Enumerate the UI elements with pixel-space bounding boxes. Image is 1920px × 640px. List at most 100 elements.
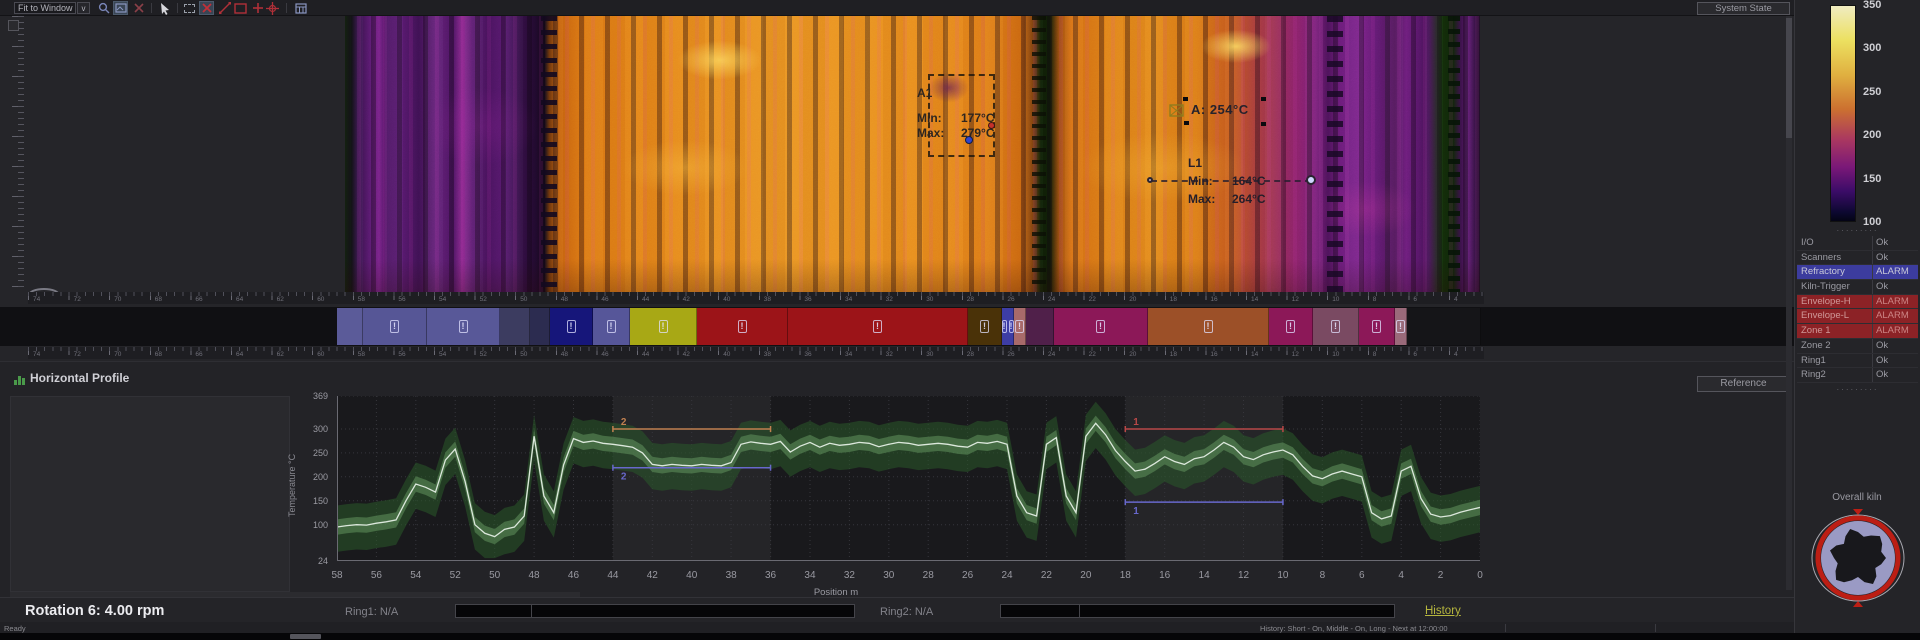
ruler-tick-label: 66 xyxy=(195,296,202,303)
ruler-tick-label: 52 xyxy=(480,296,487,303)
ruler-tick-label: 42 xyxy=(683,296,690,303)
colorbar-tick-label: 250 xyxy=(1863,86,1881,98)
draw-cross-icon[interactable] xyxy=(250,1,265,15)
marker-a-handle[interactable] xyxy=(1261,97,1266,101)
draw-crosshair-icon[interactable] xyxy=(265,1,280,15)
ruler-tick-label: 68 xyxy=(155,351,162,358)
x-tick-label: 48 xyxy=(522,570,546,581)
zone-block-14[interactable] xyxy=(1026,308,1054,345)
zone-block-9[interactable]: ! xyxy=(697,308,788,345)
ruler-tick-label: 74 xyxy=(33,296,40,303)
svg-text:2: 2 xyxy=(621,472,627,483)
zone-block-10[interactable]: ! xyxy=(788,308,968,345)
vertical-scrollbar[interactable] xyxy=(1786,16,1792,590)
zone-block-18[interactable]: ! xyxy=(1313,308,1359,345)
status-row-refractory[interactable]: RefractoryALARM xyxy=(1797,265,1918,280)
zone-block-12[interactable]: !! xyxy=(1002,308,1014,345)
ruler-tick-label: 34 xyxy=(845,296,852,303)
cursor-tool-icon[interactable] xyxy=(157,1,172,15)
zone-block-16[interactable]: ! xyxy=(1148,308,1269,345)
x-tick-label: 40 xyxy=(680,570,704,581)
marker-a-handle[interactable] xyxy=(1261,122,1266,126)
ruler-tick-label: 26 xyxy=(1007,296,1014,303)
zone-block-4[interactable] xyxy=(500,308,530,345)
chart-icon xyxy=(14,374,26,386)
zone-block-5[interactable] xyxy=(530,308,550,345)
colorbar-tick-label: 150 xyxy=(1863,173,1881,185)
image-tool-icon[interactable] xyxy=(113,1,128,15)
status-row-scanners[interactable]: ScannersOk xyxy=(1797,251,1918,266)
delete-annotation-icon[interactable] xyxy=(199,1,214,15)
zone-block-17[interactable]: ! xyxy=(1269,308,1313,345)
status-row-kiln-trigger[interactable]: Kiln-TriggerOk xyxy=(1797,280,1918,295)
view-mode-select[interactable]: Fit to Window xyxy=(14,2,76,14)
view-mode-caret[interactable]: v xyxy=(77,2,90,14)
ruler-tick-label: 12 xyxy=(1292,296,1299,303)
zone-block-6[interactable]: ! xyxy=(550,308,593,345)
ruler-tick-label: 36 xyxy=(804,351,811,358)
thermal-image-view[interactable]: A1 Min:177°C Max:279°C A: 254°C L1 Min:1… xyxy=(345,16,1480,292)
zone-alarm-icon: ! xyxy=(1396,320,1405,333)
zone-block-20[interactable]: ! xyxy=(1395,308,1407,345)
history-link[interactable]: History xyxy=(1425,605,1461,617)
scrollbar-thumb[interactable] xyxy=(1786,18,1792,138)
line-l1-start-point[interactable] xyxy=(1147,177,1153,183)
status-row-i-o[interactable]: I/OOk xyxy=(1797,236,1918,251)
y-axis-tick-labels: 36930025020015010024 xyxy=(290,396,333,561)
ruler-tick-label: 56 xyxy=(398,351,405,358)
draw-rect-icon[interactable] xyxy=(233,1,248,15)
zone-block-2[interactable]: ! xyxy=(363,308,427,345)
zone-block-8[interactable]: ! xyxy=(630,308,697,345)
ruler-tick-label: 4 xyxy=(1454,351,1458,358)
colorbar-tick-label: 300 xyxy=(1863,42,1881,54)
ruler-tick-label: 14 xyxy=(1251,351,1258,358)
calendar-icon[interactable] xyxy=(293,1,308,15)
status-row-envelope-l[interactable]: Envelope-LALARM xyxy=(1797,309,1918,324)
draw-line-icon[interactable] xyxy=(217,1,232,15)
panel-splitter-handle[interactable]: ········· xyxy=(1810,226,1905,235)
ruler-tick-label: 6 xyxy=(1413,296,1417,303)
zone-block-7[interactable]: ! xyxy=(593,308,630,345)
profile-panel-title: Horizontal Profile xyxy=(30,371,129,385)
zone-block-11[interactable]: ! xyxy=(968,308,1002,345)
marker-a-handle[interactable] xyxy=(1183,97,1188,101)
marker-a-icon[interactable] xyxy=(1169,104,1184,117)
reference-button[interactable]: Reference xyxy=(1697,376,1790,392)
close-image-icon[interactable] xyxy=(131,1,146,15)
status-row-ring1[interactable]: Ring1Ok xyxy=(1797,354,1918,369)
x-tick-label: 14 xyxy=(1192,570,1216,581)
ruler-tick-label: 24 xyxy=(1048,351,1055,358)
zone-block-15[interactable]: ! xyxy=(1054,308,1148,345)
ruler-tick-label: 72 xyxy=(74,296,81,303)
zone-block-3[interactable]: ! xyxy=(427,308,500,345)
profile-chart-plot[interactable]: 2211 xyxy=(337,396,1480,561)
system-state-button[interactable]: System State xyxy=(1697,2,1790,15)
marker-a-label[interactable]: A: 254°C xyxy=(1191,102,1249,117)
x-tick-label: 46 xyxy=(561,570,585,581)
select-region-icon[interactable] xyxy=(182,1,197,15)
marker-a-handle[interactable] xyxy=(1184,121,1189,125)
toolbar-separator xyxy=(177,3,178,13)
zone-alarm-icon: ! xyxy=(1372,320,1381,333)
area-a1-label: A1 xyxy=(917,86,932,100)
svg-text:2: 2 xyxy=(621,417,627,428)
ruler-tick-label: 20 xyxy=(1129,296,1136,303)
area-a1-min-point xyxy=(965,136,973,144)
x-tick-label: 36 xyxy=(759,570,783,581)
colorbar-tick-label: 350 xyxy=(1863,0,1881,11)
zone-alarm-icon: ! xyxy=(1015,320,1024,333)
status-row-envelope-h[interactable]: Envelope-HALARM xyxy=(1797,295,1918,310)
zone-block-21[interactable] xyxy=(1407,308,1481,345)
zone-block-1[interactable] xyxy=(337,308,363,345)
x-tick-label: 26 xyxy=(956,570,980,581)
zone-block-19[interactable]: ! xyxy=(1359,308,1395,345)
panel-splitter-handle[interactable]: ········· xyxy=(1810,385,1905,394)
status-row-zone-1[interactable]: Zone 1ALARM xyxy=(1797,324,1918,339)
line-l1-end-point[interactable] xyxy=(1306,175,1316,185)
status-row-zone-2[interactable]: Zone 2Ok xyxy=(1797,339,1918,354)
status-row-ring2[interactable]: Ring2Ok xyxy=(1797,368,1918,383)
search-icon[interactable] xyxy=(96,1,111,15)
vertical-ruler xyxy=(6,16,24,292)
x-tick-label: 22 xyxy=(1034,570,1058,581)
zone-block-13[interactable]: ! xyxy=(1014,308,1026,345)
